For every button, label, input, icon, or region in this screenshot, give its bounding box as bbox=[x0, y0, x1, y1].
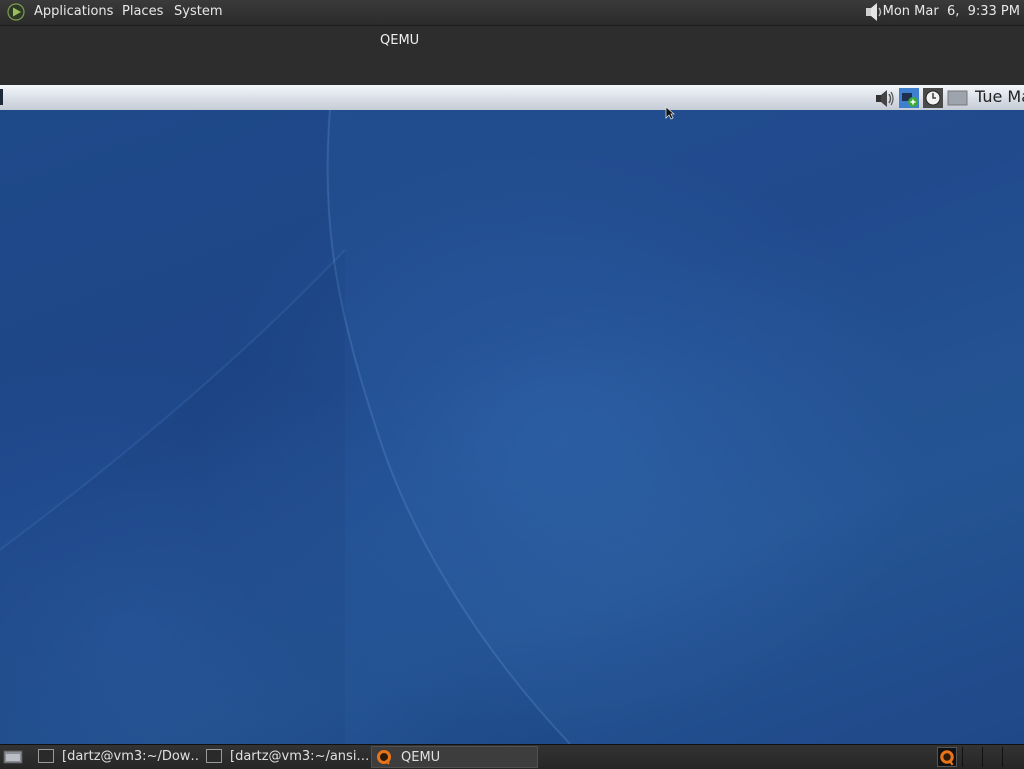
network-icon[interactable] bbox=[898, 87, 920, 109]
wallpaper-graphic bbox=[0, 110, 1024, 744]
applications-menu[interactable]: Applications bbox=[34, 4, 113, 19]
mouse-cursor-icon bbox=[665, 106, 675, 120]
workspace-icon[interactable] bbox=[947, 87, 969, 109]
window-title: QEMU bbox=[380, 33, 420, 48]
taskbar-item-terminal-ansible[interactable]: [dartz@vm3:~/ansi… bbox=[206, 746, 368, 768]
guest-clock[interactable]: Tue Ma bbox=[975, 87, 1024, 106]
clock-applet-icon[interactable] bbox=[922, 87, 944, 109]
workspace-switcher-3[interactable] bbox=[1002, 747, 1021, 767]
qemu-window-titlebar[interactable]: QEMU bbox=[0, 26, 1024, 85]
workspace-switcher-2[interactable] bbox=[982, 747, 1001, 767]
panel-handle[interactable] bbox=[0, 89, 3, 105]
qemu-icon bbox=[377, 749, 391, 765]
top-clock[interactable]: Mon Mar 6, 9:33 PM bbox=[883, 4, 1020, 19]
volume-icon[interactable] bbox=[873, 87, 895, 109]
system-menu[interactable]: System bbox=[174, 4, 222, 19]
bottom-taskbar: [dartz@vm3:~/Dow… [dartz@vm3:~/ansi… QEM… bbox=[0, 744, 1024, 769]
places-menu[interactable]: Places bbox=[122, 4, 163, 19]
terminal-icon bbox=[206, 748, 222, 763]
tray-qemu-icon[interactable] bbox=[937, 747, 957, 767]
workspace-switcher-1[interactable] bbox=[962, 747, 981, 767]
taskbar-item-qemu[interactable]: QEMU bbox=[371, 746, 538, 768]
taskbar-item-terminal-downloads[interactable]: [dartz@vm3:~/Dow… bbox=[38, 746, 200, 768]
gnome-foot-icon[interactable] bbox=[7, 3, 25, 21]
show-desktop-icon[interactable] bbox=[3, 749, 23, 765]
terminal-icon bbox=[38, 748, 54, 763]
desktop[interactable] bbox=[0, 110, 1024, 744]
top-panel: Applications Places System Mon Mar 6, 9:… bbox=[0, 0, 1024, 26]
guest-top-panel: Tue Ma bbox=[0, 85, 1024, 111]
